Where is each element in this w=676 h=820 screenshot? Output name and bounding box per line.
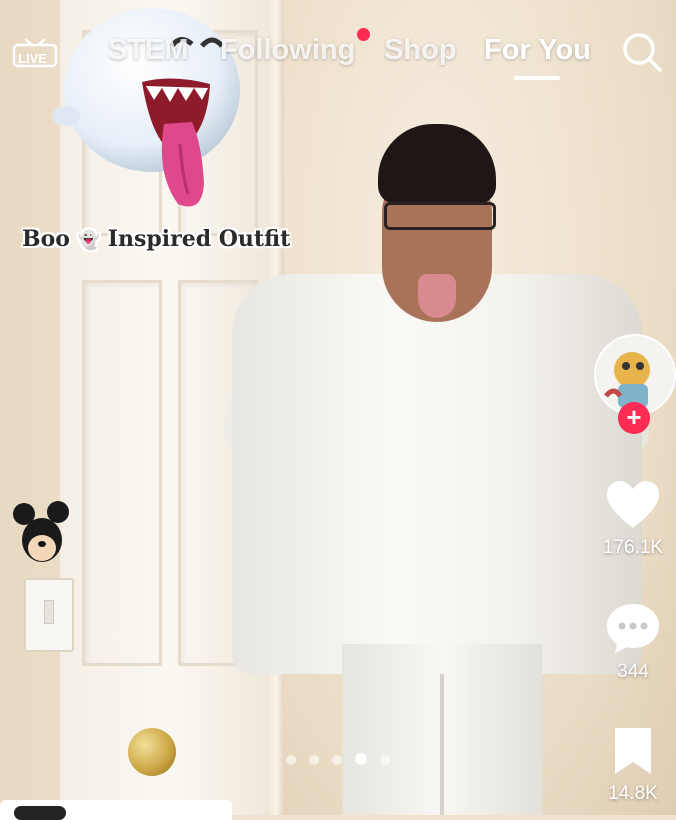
following-notification-dot	[357, 28, 370, 41]
tongue	[418, 274, 456, 318]
person	[218, 124, 654, 815]
live-label: LIVE	[18, 51, 47, 66]
video-frame[interactable]	[0, 0, 676, 815]
tab-shop[interactable]: Shop	[384, 34, 457, 67]
tab-stem[interactable]: STEM	[108, 34, 189, 67]
bookmark-icon	[615, 728, 651, 774]
light-switch	[24, 578, 74, 652]
carousel-dot[interactable]	[286, 755, 296, 765]
video-caption: Boo 👻 Inspired Outfit	[22, 226, 290, 252]
carousel-dot-active[interactable]	[355, 753, 367, 765]
carousel-dot[interactable]	[332, 755, 342, 765]
save-button[interactable]: 14.8K	[590, 726, 676, 805]
follow-button[interactable]: +	[618, 402, 650, 434]
tab-following[interactable]: Following	[220, 34, 355, 67]
white-pants	[342, 644, 542, 815]
carousel-dot[interactable]	[380, 755, 390, 765]
white-shirt	[232, 274, 642, 674]
door-knob	[128, 728, 176, 776]
top-navigation: LIVE STEM Following Shop For You	[0, 20, 676, 90]
comment-button[interactable]: 344	[590, 602, 676, 683]
like-count: 176.1K	[602, 537, 664, 558]
carousel-indicator	[286, 752, 403, 766]
heart-icon	[607, 481, 659, 528]
save-count: 14.8K	[608, 783, 658, 804]
tab-for-you[interactable]: For You	[484, 34, 591, 67]
hair	[378, 124, 496, 204]
live-button[interactable]: LIVE	[12, 36, 58, 68]
active-tab-indicator	[514, 76, 560, 80]
carousel-dot[interactable]	[309, 755, 319, 765]
bottom-chip[interactable]	[0, 800, 232, 820]
search-icon[interactable]	[620, 30, 664, 74]
glasses	[384, 202, 496, 230]
caption-word-boo: Boo	[22, 226, 70, 252]
caption-text: Inspired Outfit	[107, 226, 291, 252]
comment-bubble-icon	[607, 604, 659, 653]
ghost-emoji: 👻	[77, 230, 101, 251]
mickey-decal	[13, 501, 69, 562]
like-button[interactable]: 176.1K	[590, 480, 676, 559]
comment-count: 344	[617, 661, 649, 682]
